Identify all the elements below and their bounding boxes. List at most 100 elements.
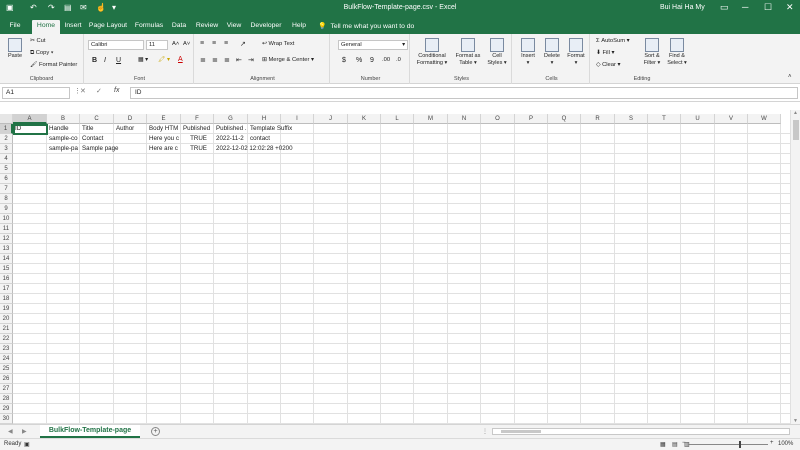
tab-view[interactable]: View (224, 20, 244, 34)
tab-insert[interactable]: Insert (62, 20, 84, 34)
row-header-2[interactable]: 2 (0, 134, 13, 144)
cell-g2[interactable]: 2022-11-2 (214, 134, 248, 144)
name-box[interactable]: A1 (2, 87, 70, 99)
next-sheet-icon[interactable]: ▶ (22, 428, 27, 435)
column-header-t[interactable]: T (648, 114, 681, 124)
tab-formulas[interactable]: Formulas (132, 20, 166, 34)
row-header-27[interactable]: 27 (0, 384, 13, 394)
comma-button[interactable]: 9 (370, 57, 374, 64)
column-header-h[interactable]: H (248, 114, 281, 124)
row-header-11[interactable]: 11 (0, 224, 13, 234)
zoom-out-button[interactable]: − (682, 440, 686, 446)
page-layout-view-icon[interactable]: ▤ (672, 441, 678, 448)
row-header-3[interactable]: 3 (0, 144, 13, 154)
underline-button[interactable]: U (116, 57, 121, 64)
row-header-5[interactable]: 5 (0, 164, 13, 174)
zoom-slider[interactable] (688, 444, 768, 445)
font-size-select[interactable]: 11 (146, 40, 168, 50)
horizontal-scroll-thumb[interactable] (501, 430, 541, 433)
column-header-m[interactable]: M (414, 114, 448, 124)
column-header-r[interactable]: R (581, 114, 615, 124)
tab-home[interactable]: Home (32, 20, 60, 34)
row-header-18[interactable]: 18 (0, 294, 13, 304)
row-header-7[interactable]: 7 (0, 184, 13, 194)
cell-h1[interactable]: Template Suffix (248, 124, 318, 134)
prev-sheet-icon[interactable]: ◀ (8, 428, 13, 435)
row-header-25[interactable]: 25 (0, 364, 13, 374)
zoom-level[interactable]: 100% (778, 441, 793, 447)
column-header-p[interactable]: P (515, 114, 548, 124)
column-header-s[interactable]: S (615, 114, 648, 124)
row-header-16[interactable]: 16 (0, 274, 13, 284)
align-left-icon[interactable]: ≣ (200, 56, 206, 64)
conditional-formatting-button[interactable]: Conditional Formatting ▾ (414, 38, 450, 67)
find-select-button[interactable]: Find & Select ▾ (664, 38, 690, 67)
align-top-icon[interactable]: ≡ (200, 40, 204, 47)
user-name[interactable]: Bui Hai Ha My (660, 4, 705, 11)
row-header-20[interactable]: 20 (0, 314, 13, 324)
cell-c2[interactable]: Contact (80, 134, 114, 144)
fill-button[interactable]: ⬇ Fill ▾ (596, 50, 614, 56)
font-name-select[interactable]: Calibri (88, 40, 144, 50)
copy-button[interactable]: ⧉ Copy ▾ (30, 50, 53, 57)
shrink-font-button[interactable]: A˅ (183, 41, 190, 47)
row-header-8[interactable]: 8 (0, 194, 13, 204)
row-header-22[interactable]: 22 (0, 334, 13, 344)
font-color-icon[interactable]: A (178, 56, 183, 63)
collapse-ribbon-icon[interactable]: ˄ (788, 74, 792, 80)
merge-center-button[interactable]: ⊞ Merge & Center ▾ (262, 57, 314, 63)
fill-color-icon[interactable]: 🖍 ▾ (158, 57, 170, 63)
tell-me-search[interactable]: 💡 Tell me what you want to do (318, 22, 414, 30)
cell-c3[interactable]: Sample page (80, 144, 118, 154)
row-header-1[interactable]: 1 (0, 124, 13, 134)
cell-f3[interactable]: TRUE (181, 144, 214, 154)
scroll-up-icon[interactable]: ▲ (793, 110, 798, 116)
row-header-19[interactable]: 19 (0, 304, 13, 314)
cut-button[interactable]: ✂ Cut (30, 38, 46, 44)
normal-view-icon[interactable]: ▦ (660, 441, 666, 448)
row-header-14[interactable]: 14 (0, 254, 13, 264)
format-cells-button[interactable]: Format ▾ (564, 38, 588, 67)
cancel-icon[interactable]: ✕ (80, 87, 86, 95)
cell-b3[interactable]: sample-pa (47, 144, 80, 154)
tab-review[interactable]: Review (193, 20, 221, 34)
cell-h2[interactable]: contact (248, 134, 298, 144)
format-painter-button[interactable]: 🖌 Format Painter (30, 62, 77, 68)
row-header-13[interactable]: 13 (0, 244, 13, 254)
align-bottom-icon[interactable]: ≡ (224, 40, 228, 47)
column-header-l[interactable]: L (381, 114, 414, 124)
row-header-24[interactable]: 24 (0, 354, 13, 364)
cell-c1[interactable]: Title (80, 124, 114, 134)
row-header-4[interactable]: 4 (0, 154, 13, 164)
cell-f2[interactable]: TRUE (181, 134, 214, 144)
formula-input[interactable]: ID (130, 87, 798, 99)
vertical-scroll-thumb[interactable] (793, 120, 799, 140)
number-format-select[interactable]: General ▾ (338, 40, 408, 50)
select-all-corner[interactable] (0, 114, 13, 124)
row-header-15[interactable]: 15 (0, 264, 13, 274)
autosum-button[interactable]: Σ AutoSum ▾ (596, 38, 630, 44)
column-header-u[interactable]: U (681, 114, 715, 124)
paste-button[interactable]: Paste (4, 38, 26, 60)
row-header-30[interactable]: 30 (0, 414, 13, 424)
ribbon-display-icon[interactable]: ▭ (720, 2, 729, 13)
bold-button[interactable]: B (92, 57, 97, 64)
tab-page-layout[interactable]: Page Layout (88, 20, 128, 34)
column-header-v[interactable]: V (715, 114, 748, 124)
row-header-26[interactable]: 26 (0, 374, 13, 384)
delete-cells-button[interactable]: Delete ▾ (540, 38, 564, 67)
column-header-q[interactable]: Q (548, 114, 581, 124)
row-header-12[interactable]: 12 (0, 234, 13, 244)
vertical-scrollbar[interactable]: ▲ ▼ (790, 110, 800, 424)
column-header-o[interactable]: O (481, 114, 515, 124)
insert-cells-button[interactable]: Insert ▾ (516, 38, 540, 67)
row-header-9[interactable]: 9 (0, 204, 13, 214)
column-header-j[interactable]: J (314, 114, 348, 124)
decrease-indent-icon[interactable]: ⇤ (236, 56, 242, 64)
zoom-slider-thumb[interactable] (739, 441, 741, 448)
row-header-23[interactable]: 23 (0, 344, 13, 354)
row-header-10[interactable]: 10 (0, 214, 13, 224)
sort-filter-button[interactable]: Sort & Filter ▾ (640, 38, 664, 67)
enter-icon[interactable]: ✓ (96, 87, 102, 95)
worksheet-grid[interactable]: ABCDEFGHIJKLMNOPQRSTUVW 1 2 3 4 5 6 7 8 9 10 11 12 1… (0, 110, 790, 424)
